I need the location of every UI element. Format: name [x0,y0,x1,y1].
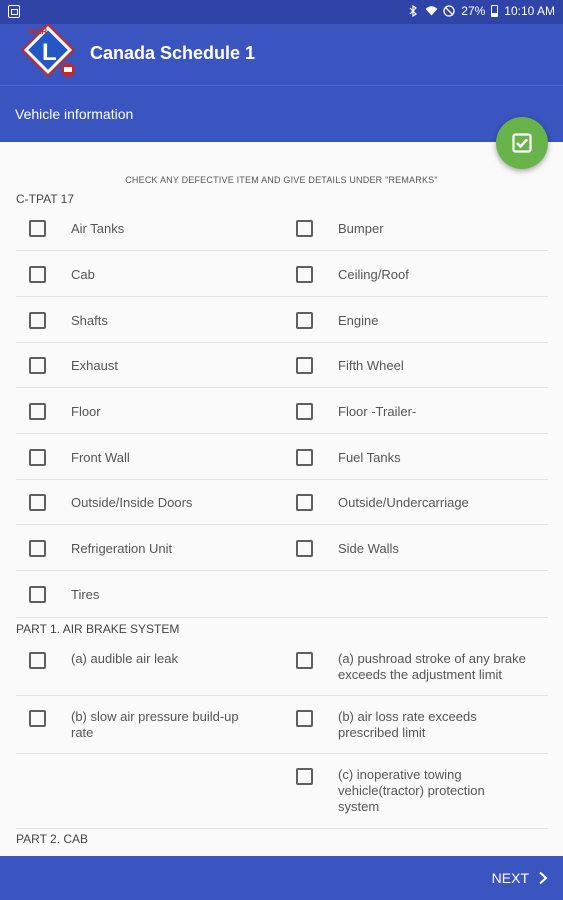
divider [16,617,548,618]
checkbox[interactable] [29,403,46,420]
status-icons: 27% 10:10 AM [407,4,555,18]
bottom-bar: NEXT [0,856,563,900]
save-fab-button[interactable] [496,117,548,169]
checklist-item[interactable]: (c) inoperative towing vehicle(tractor) … [283,753,548,829]
checklist-item-label: Exhaust [71,358,118,373]
clock: 10:10 AM [504,4,555,18]
checklist-item-label: Cab [71,267,95,282]
checkbox[interactable] [29,494,46,511]
checklist-item[interactable]: Floor [16,388,281,434]
checklist-item-label: Engine [338,313,379,328]
logo-text: DVIR [28,27,47,36]
section-header-label: Vehicle information [15,106,134,122]
checklist-item-label: Shafts [71,313,108,328]
svg-text:L: L [42,39,57,66]
checkbox[interactable] [29,220,46,237]
checklist-item-label: Ceiling/Roof [338,267,409,282]
checkbox[interactable] [296,540,313,557]
wifi-icon [425,5,438,17]
instruction-text: CHECK ANY DEFECTIVE ITEM AND GIVE DETAIL… [125,175,438,185]
checklist-item-label: Refrigeration Unit [71,541,173,556]
checklist-item-label: Tires [71,587,100,602]
checkbox[interactable] [296,652,313,669]
app-bar: L DVIR Canada Schedule 1 [0,23,563,85]
battery-percent: 27% [461,4,486,18]
next-button[interactable]: NEXT [492,856,549,900]
checklist-item[interactable]: (b) slow air pressure build-up rate [16,695,281,753]
checklist-item-label: Floor -Trailer- [338,404,417,419]
checkbox[interactable] [296,494,313,511]
do-not-disturb-icon [443,5,455,17]
checklist-item[interactable]: Outside/Undercarriage [283,479,548,525]
checkbox[interactable] [29,266,46,283]
app-title: Canada Schedule 1 [90,43,256,63]
checklist-item-label: Front Wall [71,450,130,465]
checkbox[interactable] [296,312,313,329]
checklist-item[interactable]: Tires [16,571,281,617]
checklist-item[interactable]: (a) audible air leak [16,636,281,694]
checkbox[interactable] [296,768,313,785]
section-title-cab: PART 2. CAB [16,832,89,846]
checkbox[interactable] [29,357,46,374]
bluetooth-icon [407,4,419,18]
battery-icon [491,5,499,17]
checkbox[interactable] [296,357,313,374]
sub-header: Vehicle information [0,85,563,142]
checklist-item-label: (b) air loss rate exceeds prescribed lim… [338,709,477,740]
checklist-item-label: Fifth Wheel [338,358,404,373]
checklist-item-label: Side Walls [338,541,399,556]
checkbox[interactable] [296,266,313,283]
checklist-item[interactable]: Front Wall [16,434,281,480]
next-button-label: NEXT [491,870,529,886]
checklist-item[interactable]: Air Tanks [16,205,281,251]
checklist-content[interactable]: CHECK ANY DEFECTIVE ITEM AND GIVE DETAIL… [0,142,563,856]
screenshot-icon [8,5,20,18]
section-title-ctpat: C-TPAT 17 [16,192,75,206]
checklist-item[interactable]: Bumper [283,205,548,251]
checkbox[interactable] [29,540,46,557]
checklist-item-label: Air Tanks [71,221,125,236]
checklist-item-label: Bumper [338,221,384,236]
checklist-item-label: (a) audible air leak [71,651,178,666]
checkbox[interactable] [29,312,46,329]
chevron-right-icon [539,871,548,885]
divider [16,828,548,829]
checklist-item-label: Floor [71,404,101,419]
section-title-air-brake: PART 1. AIR BRAKE SYSTEM [16,622,180,636]
checklist-item[interactable]: (a) pushroad stroke of any brake exceeds… [283,636,548,694]
checklist-item-label: (b) slow air pressure build-up rate [71,709,239,740]
checklist-item[interactable]: Outside/Inside Doors [16,479,281,525]
checklist-item[interactable]: Side Walls [283,525,548,571]
checklist-item[interactable]: Engine [283,297,548,343]
checklist-item-label: Outside/Inside Doors [71,495,193,510]
checkbox[interactable] [296,710,313,727]
checklist-item[interactable]: Fuel Tanks [283,434,548,480]
screen: 27% 10:10 AM L DVIR Canada Schedule 1 Ve… [0,0,563,900]
checklist-item-label: Outside/Undercarriage [338,495,469,510]
checkbox[interactable] [296,449,313,466]
checklist-item[interactable]: (b) air loss rate exceeds prescribed lim… [283,695,548,753]
checkbox[interactable] [296,220,313,237]
checklist-item[interactable]: Ceiling/Roof [283,251,548,297]
checkbox[interactable] [29,586,46,603]
checklist-item-label: Fuel Tanks [338,450,401,465]
checklist-item-label: (c) inoperative towing vehicle(tractor) … [338,767,485,814]
checkbox[interactable] [29,449,46,466]
check-box-icon [512,133,532,153]
checklist-item[interactable]: Floor -Trailer- [283,388,548,434]
checklist-item[interactable]: Fifth Wheel [283,342,548,388]
checklist-item[interactable]: Refrigeration Unit [16,525,281,571]
checklist-item-label: (a) pushroad stroke of any brake exceeds… [338,651,526,682]
app-logo: L DVIR [20,23,88,84]
checkbox[interactable] [29,652,46,669]
status-bar: 27% 10:10 AM [0,0,563,24]
checkbox[interactable] [29,710,46,727]
checklist-item[interactable]: Exhaust [16,342,281,388]
checklist-item[interactable]: Shafts [16,297,281,343]
checklist-item[interactable]: Cab [16,251,281,297]
checkbox[interactable] [296,403,313,420]
